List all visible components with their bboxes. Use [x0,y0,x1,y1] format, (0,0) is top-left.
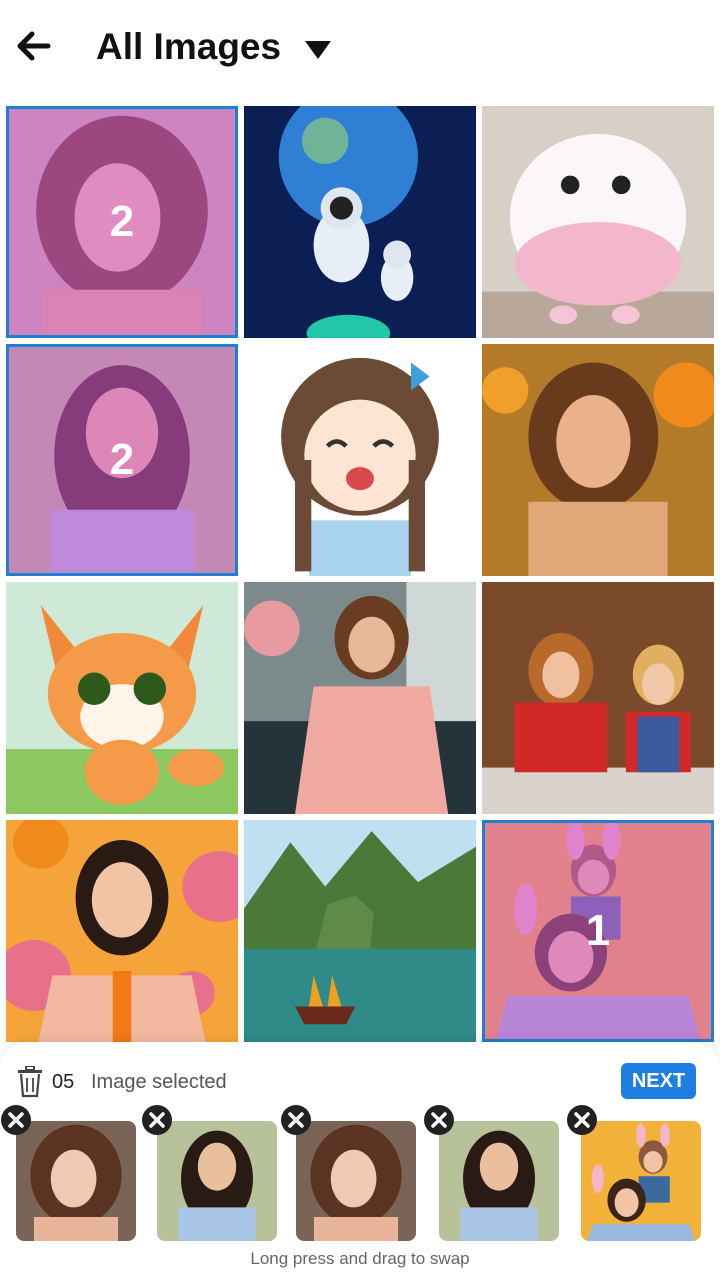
album-dropdown[interactable] [302,38,334,62]
trash-icon [18,1065,42,1098]
close-icon [567,1105,597,1135]
photo-woman-short-hair [16,1121,136,1241]
close-icon [142,1105,172,1135]
grid-image-fluffy-creature[interactable] [482,106,714,338]
next-button[interactable]: NEXT [621,1063,696,1099]
selection-order: 2 [109,435,135,484]
header: All Images [0,0,720,96]
caret-down-icon [305,41,331,59]
selected-thumb-3[interactable] [296,1121,416,1241]
photo-smiling-woman [157,1121,277,1241]
remove-thumb-3-button[interactable] [280,1104,312,1136]
grid-image-woman-short-hair[interactable]: 2 [6,106,238,338]
back-button[interactable] [14,26,54,66]
selection-order: 2 [109,197,135,246]
photo-woman-water [482,344,714,576]
image-grid: 2 2 1 [6,106,714,1042]
grid-image-woman-water[interactable] [482,344,714,576]
grid-image-smiling-woman[interactable]: 2 [6,344,238,576]
grid-image-mother-daughter-baking[interactable] [482,582,714,814]
selection-order: 1 [585,906,611,955]
grid-image-woman-train[interactable] [244,582,476,814]
grid-image-cartoon-fox[interactable] [6,582,238,814]
selected-thumb-4[interactable] [439,1121,559,1241]
selected-count: 05 [52,1071,75,1093]
grid-image-bay-boat[interactable] [244,820,476,1042]
selected-thumb-2[interactable] [157,1121,277,1241]
selected-label: Image selected [91,1071,227,1093]
arrow-left-icon [17,31,51,61]
grid-image-mother-child-bunny-ears[interactable]: 1 [482,820,714,1042]
selected-thumb-5[interactable] [581,1121,701,1241]
photo-mother-daughter-baking [482,582,714,814]
photo-bay-boat [244,820,476,1042]
grid-image-woman-polka-dots[interactable] [6,820,238,1042]
photo-woman-polka-dots [6,820,238,1042]
photo-smiling-woman [439,1121,559,1241]
close-icon [424,1105,454,1135]
grid-image-astronauts-earth[interactable] [244,106,476,338]
photo-cartoon-fox [6,582,238,814]
photo-anime-girl [244,344,476,576]
photo-fluffy-creature [482,106,714,338]
grid-image-anime-girl[interactable] [244,344,476,576]
photo-astronauts-earth [244,106,476,338]
drag-hint: Long press and drag to swap [250,1249,470,1268]
close-icon [1,1105,31,1135]
page-title[interactable]: All Images [96,24,281,70]
photo-woman-train [244,582,476,814]
remove-thumb-2-button[interactable] [141,1104,173,1136]
photo-mother-child-bunny-ears [581,1121,701,1241]
remove-thumb-1-button[interactable] [0,1104,32,1136]
photo-woman-short-hair [296,1121,416,1241]
remove-thumb-5-button[interactable] [566,1104,598,1136]
selected-thumb-1[interactable] [16,1121,136,1241]
close-icon [281,1105,311,1135]
remove-thumb-4-button[interactable] [423,1104,455,1136]
clear-selection-button[interactable] [16,1065,44,1098]
